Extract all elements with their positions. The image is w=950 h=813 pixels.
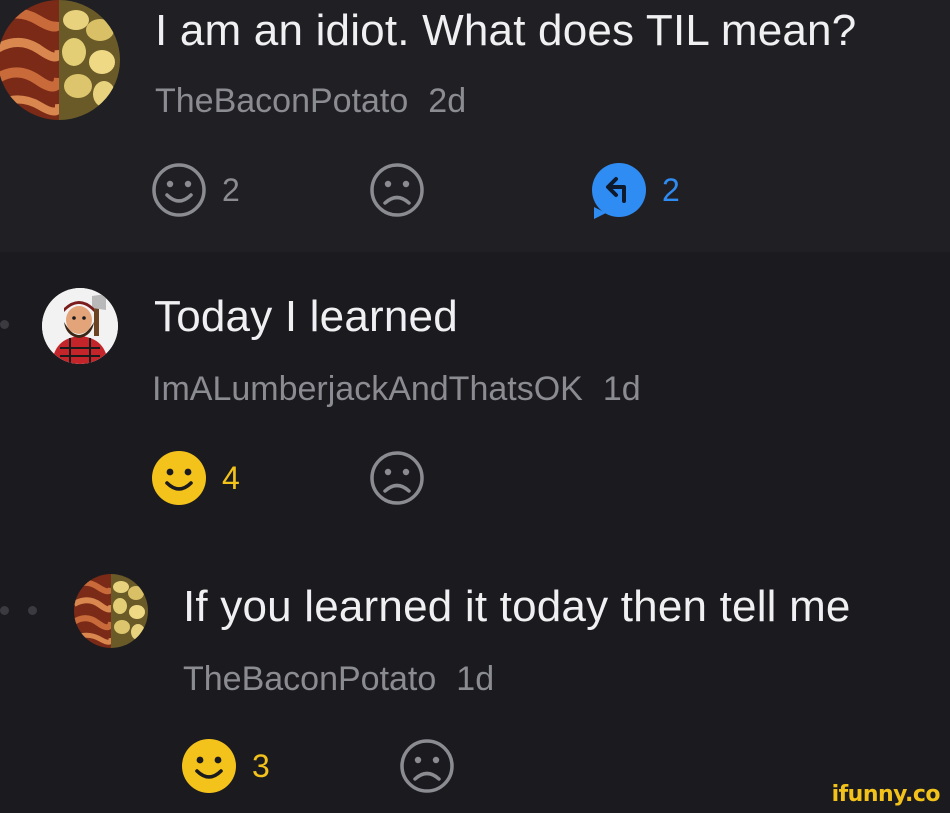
smile-button[interactable]: 2 xyxy=(150,160,240,220)
reply-bubble-icon xyxy=(592,163,646,219)
smile-count: 3 xyxy=(252,747,270,784)
smile-count: 2 xyxy=(222,171,240,208)
unsmile-button[interactable] xyxy=(368,448,426,508)
comment-text: If you learned it today then tell me xyxy=(183,582,851,631)
author-name[interactable]: TheBaconPotato xyxy=(183,660,436,698)
avatar-bacon-potato-icon[interactable] xyxy=(74,574,148,648)
comment-actions: 3 xyxy=(180,736,580,796)
comment-meta: TheBaconPotato 1d xyxy=(183,660,494,699)
thread-depth-dot xyxy=(28,606,37,615)
unsmile-button[interactable] xyxy=(398,736,456,796)
smile-button[interactable]: 3 xyxy=(180,736,270,796)
comment-meta: TheBaconPotato 2d xyxy=(155,82,466,121)
timestamp: 1d xyxy=(602,370,641,408)
comment-thread: I am an idiot. What does TIL mean? TheBa… xyxy=(0,0,950,813)
smile-button[interactable]: 4 xyxy=(150,448,240,508)
smile-count: 4 xyxy=(222,459,240,496)
comment-3: If you learned it today then tell me The… xyxy=(0,542,950,813)
comment-1: I am an idiot. What does TIL mean? TheBa… xyxy=(0,0,950,252)
reply-button[interactable]: 2 xyxy=(590,160,680,220)
frown-outline-icon xyxy=(370,451,424,505)
timestamp: 1d xyxy=(456,660,495,698)
comment-actions: 2 2 xyxy=(150,160,710,220)
frown-outline-icon xyxy=(370,163,424,217)
unsmile-button[interactable] xyxy=(368,160,426,220)
comment-meta: ImALumberjackAndThatsOK 1d xyxy=(152,370,641,409)
avatar-bacon-potato-icon[interactable] xyxy=(0,0,120,120)
smile-outline-icon xyxy=(152,163,206,217)
smile-filled-icon xyxy=(182,739,236,793)
avatar-lumberjack-icon[interactable] xyxy=(42,288,118,364)
frown-outline-icon xyxy=(400,739,454,793)
comment-2: Today I learned ImALumberjackAndThatsOK 1… xyxy=(0,252,950,542)
smile-filled-icon xyxy=(152,451,206,505)
thread-depth-dot xyxy=(0,320,9,329)
comment-text: Today I learned xyxy=(154,292,458,341)
reply-count: 2 xyxy=(662,171,680,208)
timestamp: 2d xyxy=(428,82,467,120)
thread-depth-dot xyxy=(0,606,9,615)
author-name[interactable]: TheBaconPotato xyxy=(155,82,408,120)
comment-actions: 4 xyxy=(150,448,550,508)
author-name[interactable]: ImALumberjackAndThatsOK xyxy=(152,370,583,408)
ifunny-watermark: ifunny.co xyxy=(831,782,941,807)
comment-text: I am an idiot. What does TIL mean? xyxy=(155,6,857,55)
